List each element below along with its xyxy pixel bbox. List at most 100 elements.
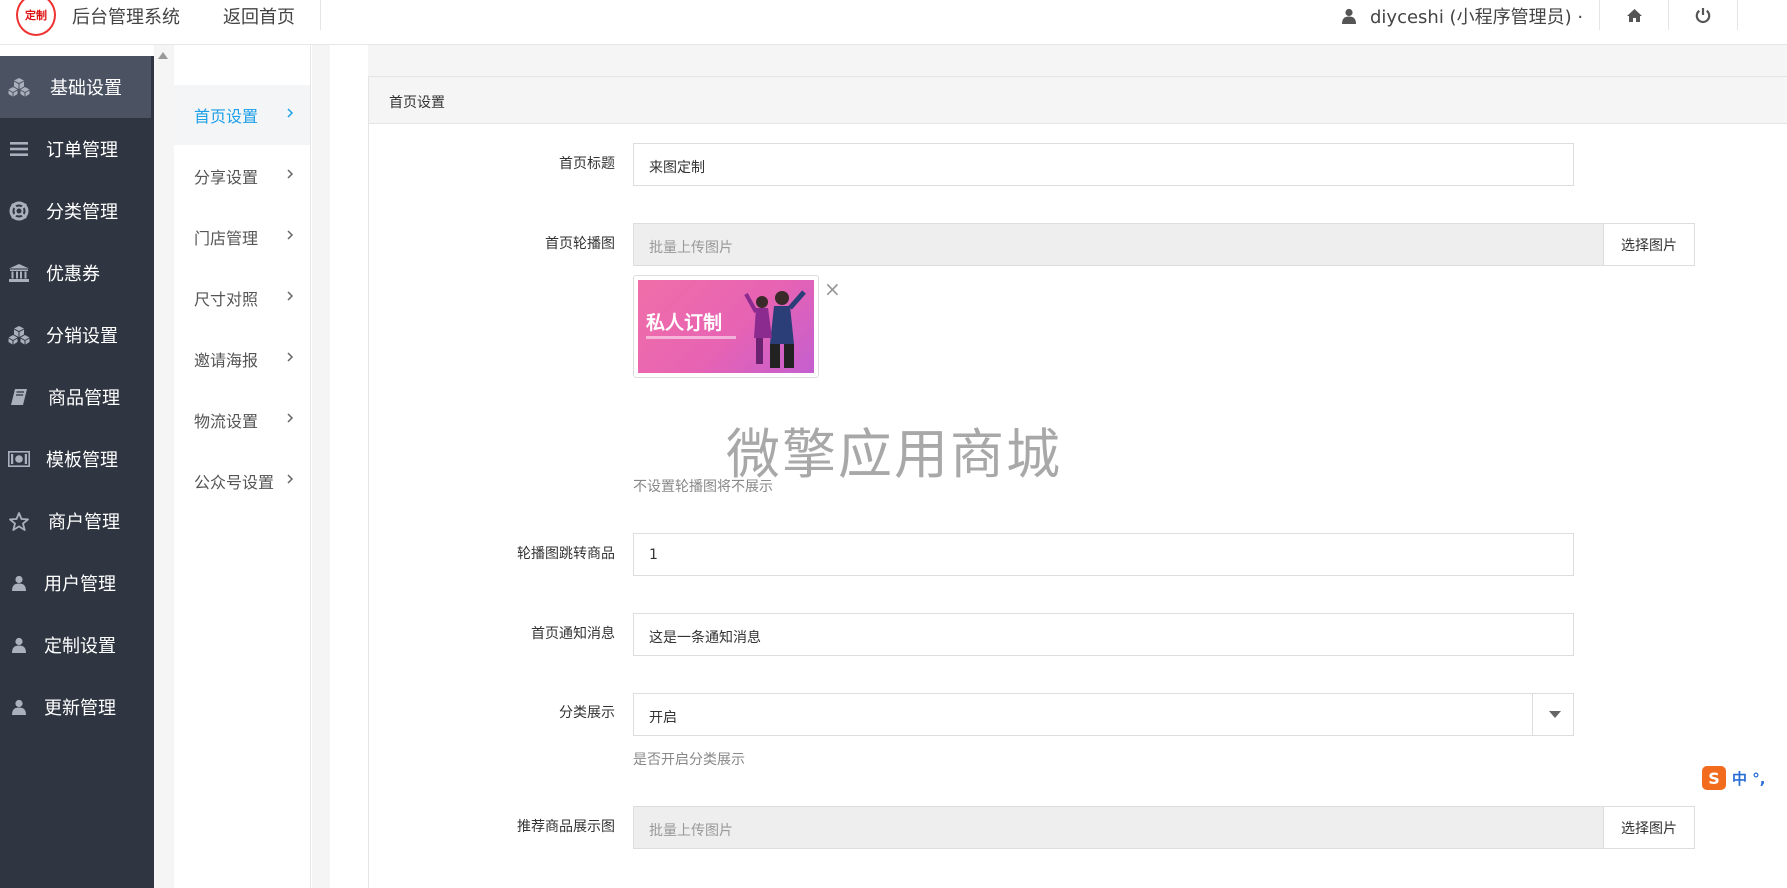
ime-status: 中 °, [1732,769,1766,788]
home-button[interactable] [1600,0,1668,30]
subnav-item-label: 首页设置 [194,107,259,126]
power-icon [1695,7,1711,23]
home-icon [1626,8,1642,22]
panel-title: 首页设置 [369,77,1787,124]
sidebar-item-label: 商品管理 [48,388,120,409]
logo-text: 定制 [25,8,47,22]
cubes-icon [6,76,32,98]
user-icon [6,696,32,718]
sidebar-item-updates[interactable]: 更新管理 [0,676,154,738]
banner-pick-image-button[interactable]: 选择图片 [1603,223,1695,266]
sidebar-item-label: 模板管理 [46,450,118,471]
logout-button[interactable] [1669,0,1737,30]
user-icon [1342,8,1356,24]
subnav-item-logistics[interactable]: 物流设置 [174,390,310,450]
sidebar-item-label: 分销设置 [46,326,118,347]
sidebar-item-products[interactable]: 商品管理 [0,366,154,428]
chevron-right-icon [287,169,294,179]
banner-upload-input[interactable]: 批量上传图片 [633,223,1604,266]
select-dropdown-button[interactable] [1532,694,1576,735]
home-title-input[interactable]: 来图定制 [633,143,1574,186]
jump-product-input[interactable]: 1 [633,533,1574,576]
ime-logo-icon: S [1702,766,1726,790]
banner-image: 私人订制 [638,280,814,373]
sidebar: 基础设置 订单管理 分类管理 优惠券 分销设置 商品管理 模板管理 商户管理 用… [0,56,154,888]
watermark: 微擎应用商城 [726,423,1062,486]
sidebar-item-users[interactable]: 用户管理 [0,552,154,614]
sidebar-item-distribution[interactable]: 分销设置 [0,304,154,366]
sidebar-scrollbar[interactable] [154,45,174,888]
star-icon [6,510,32,532]
cubes-icon [6,324,32,346]
book-icon [6,386,32,408]
bank-icon [6,262,32,284]
recommend-image-label: 推荐商品展示图 [517,819,615,835]
subnav-item-label: 邀请海报 [194,351,259,370]
banner-hint: 不设置轮播图将不展示 [633,479,773,495]
user-label: diyceshi (小程序管理员) · [1370,7,1584,28]
top-bar: 定制 后台管理系统 返回首页 diyceshi (小程序管理员) · [0,0,1787,45]
sidebar-item-label: 更新管理 [44,698,116,719]
sidebar-item-label: 优惠券 [46,264,100,285]
sidebar-item-orders[interactable]: 订单管理 [0,118,154,180]
sidebar-item-label: 商户管理 [48,512,120,533]
chevron-right-icon [287,413,294,423]
subnav-item-home-settings[interactable]: 首页设置 [174,85,310,145]
caret-down-icon [1548,711,1561,718]
user-menu[interactable]: diyceshi (小程序管理员) · [1342,3,1583,29]
subnav-item-label: 门店管理 [194,229,259,248]
back-home-link[interactable]: 返回首页 [223,3,295,29]
subnav-item-size-chart[interactable]: 尺寸对照 [174,268,310,328]
chevron-right-icon [287,291,294,301]
chevron-right-icon [287,474,294,484]
subnav-item-store-management[interactable]: 门店管理 [174,207,310,267]
subnav-item-label: 尺寸对照 [194,290,259,309]
lifebuoy-icon [6,200,32,222]
notice-input[interactable]: 这是一条通知消息 [633,613,1574,656]
subnav-item-share-settings[interactable]: 分享设置 [174,146,310,206]
subnav-item-label: 分享设置 [194,168,259,187]
recommend-pick-image-button[interactable]: 选择图片 [1603,806,1695,849]
recommend-upload-input[interactable]: 批量上传图片 [633,806,1604,849]
banner-image-subline [646,336,736,339]
content-left-gutter [330,45,368,888]
sidebar-item-coupons[interactable]: 优惠券 [0,242,154,304]
banner-thumbnail[interactable]: 私人订制 [633,275,819,378]
subnav-item-official-account[interactable]: 公众号设置 [174,451,310,511]
ime-toolbar[interactable]: S 中 °, [1702,765,1765,791]
chevron-right-icon [287,230,294,240]
sidebar-item-custom-settings[interactable]: 定制设置 [0,614,154,676]
banner-label: 首页轮播图 [545,236,615,252]
banner-image-text: 私人订制 [646,312,723,334]
divider [320,0,321,30]
user-icon [6,634,32,656]
sidebar-item-label: 订单管理 [46,140,118,161]
subnav-item-invite-poster[interactable]: 邀请海报 [174,329,310,389]
sidebar-item-label: 基础设置 [50,78,122,99]
home-title-label: 首页标题 [559,156,615,172]
remove-image-close-icon[interactable]: × [824,277,841,301]
notice-label: 首页通知消息 [531,626,615,642]
sidebar-item-label: 分类管理 [46,202,118,223]
subnav-item-label: 物流设置 [194,412,259,431]
list-icon [6,138,32,160]
sub-nav: 首页设置 分享设置 门店管理 尺寸对照 邀请海报 物流设置 公众号设置 [174,45,311,888]
sidebar-item-templates[interactable]: 模板管理 [0,428,154,490]
sidebar-item-categories[interactable]: 分类管理 [0,180,154,242]
category-display-label: 分类展示 [559,705,615,721]
chevron-right-icon [287,108,294,118]
content-gutter [312,45,330,888]
divider [1737,0,1738,30]
category-display-select[interactable]: 开启 [633,693,1574,736]
sidebar-item-basic-settings[interactable]: 基础设置 [0,56,151,118]
banner-figures-illustration [744,290,806,368]
content-top-gutter [330,45,1787,76]
user-icon [6,572,32,594]
scroll-up-arrow-icon[interactable] [158,52,168,59]
category-display-hint: 是否开启分类展示 [633,752,745,768]
sidebar-item-label: 定制设置 [44,636,116,657]
logo[interactable]: 定制 [16,0,56,36]
sidebar-item-merchants[interactable]: 商户管理 [0,490,154,552]
money-icon [6,448,32,470]
app-title[interactable]: 后台管理系统 [72,3,180,29]
